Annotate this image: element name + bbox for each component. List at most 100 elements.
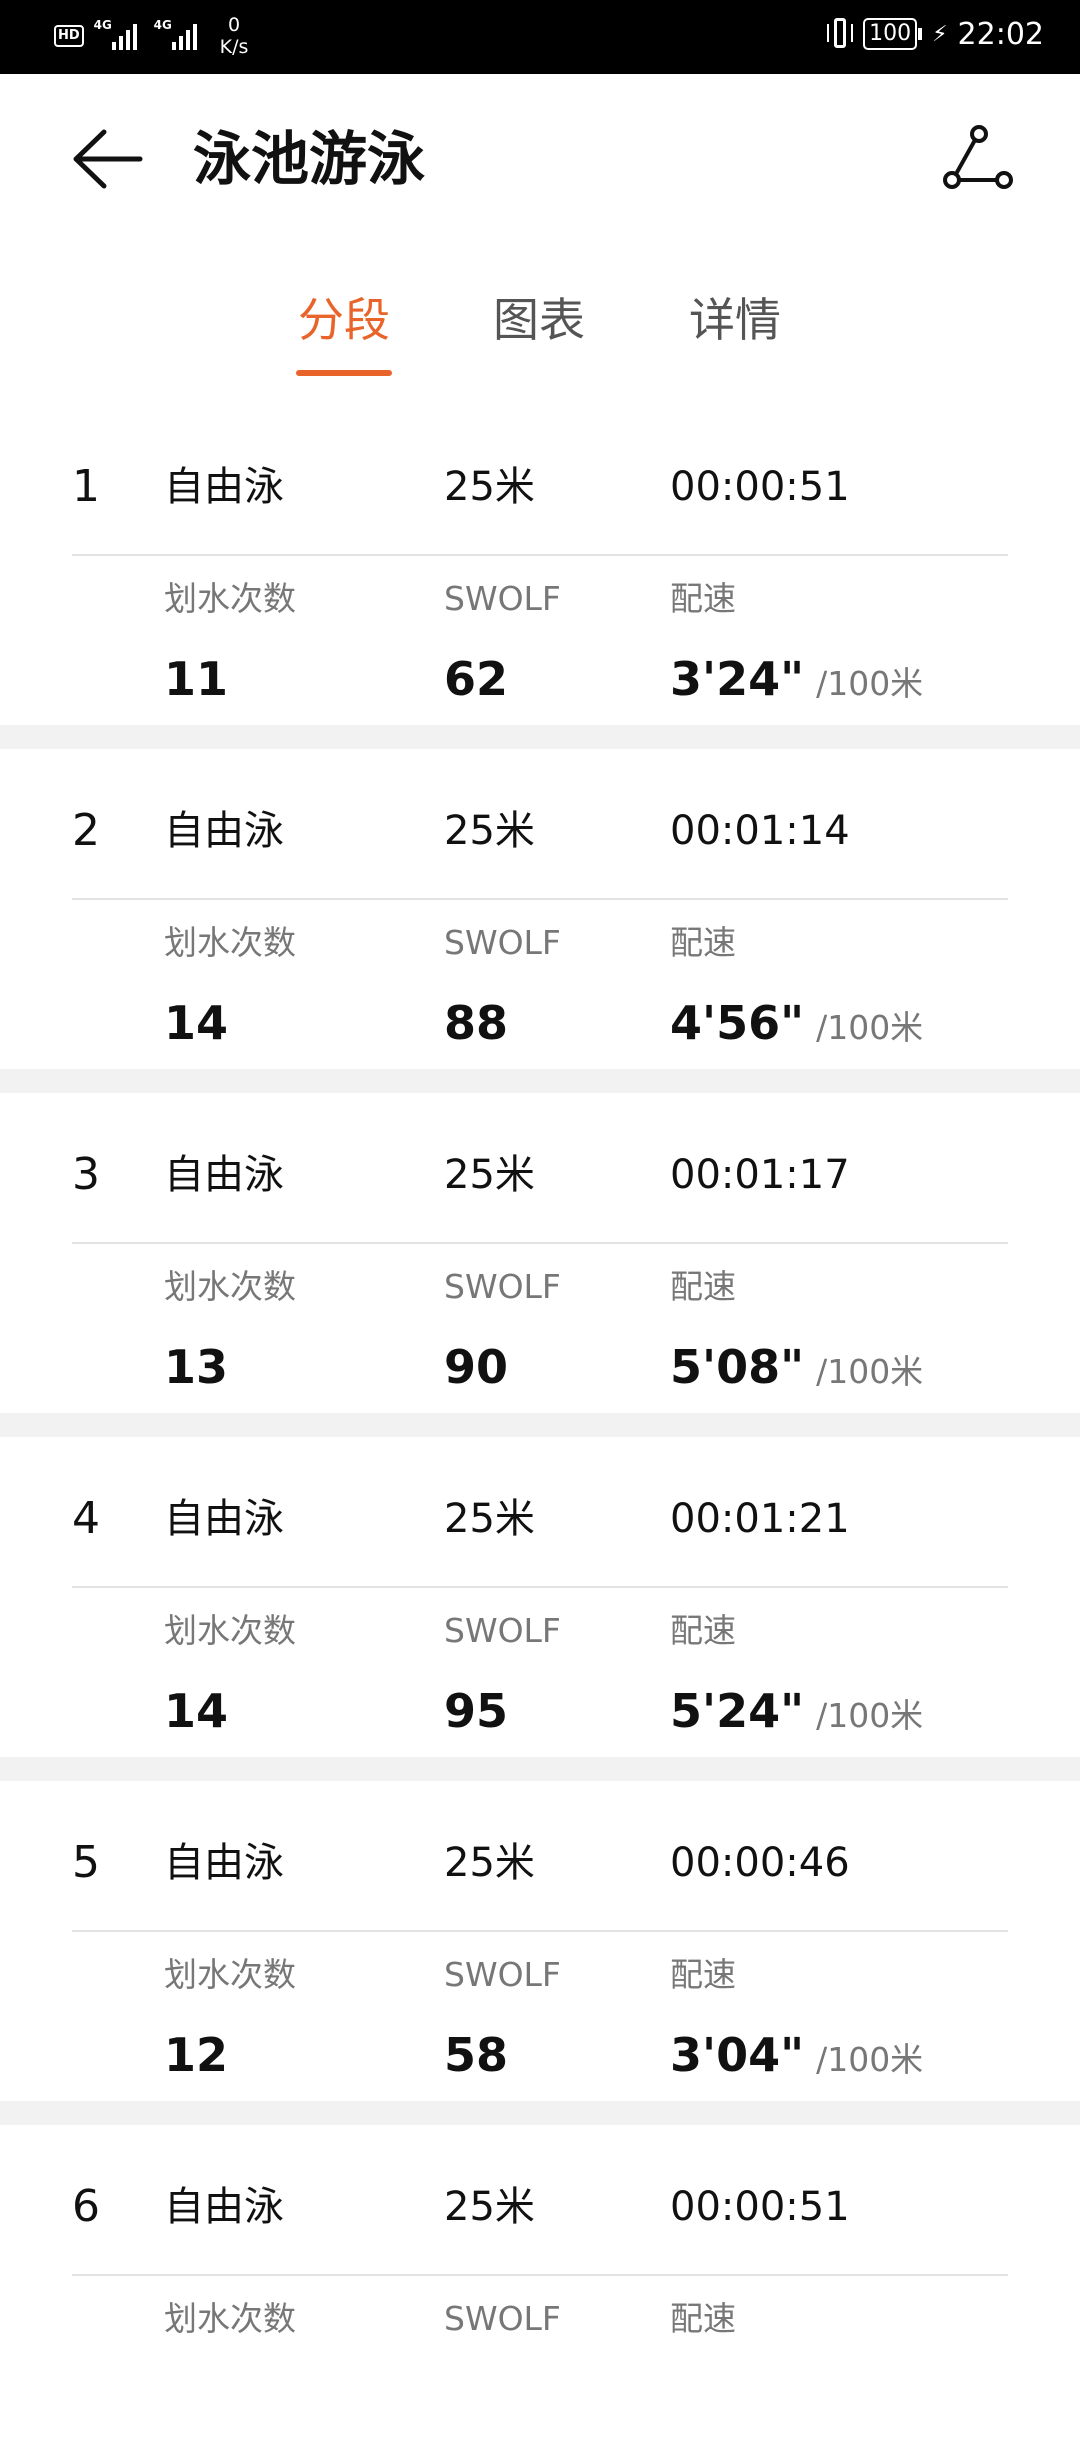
segment-distance: 25米	[444, 1840, 535, 1886]
pace-label: 配速	[670, 579, 736, 618]
segment-distance: 25米	[444, 808, 535, 854]
segment-duration: 00:01:14	[670, 808, 850, 854]
swolf-label: SWOLF	[444, 1955, 561, 1994]
segment-number: 3	[72, 1149, 100, 1200]
swolf-value: 62	[444, 652, 509, 706]
segment-card[interactable]: 5 自由泳 25米 00:00:46 划水次数 SWOLF 配速 12 58 3…	[0, 1781, 1080, 2101]
pace-unit: /100米	[816, 664, 924, 703]
segment-stroke: 自由泳	[164, 1496, 284, 1542]
tab-segments[interactable]: 分段	[298, 290, 390, 350]
segment-card[interactable]: 1 自由泳 25米 00:00:51 划水次数 SWOLF 配速 11 62 3…	[0, 405, 1080, 725]
separator	[0, 1413, 1080, 1437]
hd-voice-icon: HD	[54, 25, 84, 47]
strokes-label: 划水次数	[164, 2299, 296, 2338]
segment-stroke: 自由泳	[164, 2184, 284, 2230]
segment-stroke: 自由泳	[164, 1152, 284, 1198]
pace-unit: /100米	[816, 2040, 924, 2079]
strokes-label: 划水次数	[164, 1267, 296, 1306]
segment-duration: 00:00:51	[670, 464, 850, 510]
divider	[72, 2274, 1008, 2276]
separator	[0, 1069, 1080, 1093]
charging-icon: ⚡	[932, 21, 948, 47]
pace-unit: /100米	[816, 1352, 924, 1391]
pace-value: 5'24"/100米	[670, 1684, 924, 1738]
route-icon	[943, 125, 1013, 189]
pace-label: 配速	[670, 923, 736, 962]
pace-unit: /100米	[816, 1008, 924, 1047]
swolf-value: 58	[444, 2028, 509, 2082]
strokes-label: 划水次数	[164, 923, 296, 962]
pace-label: 配速	[670, 2299, 736, 2338]
pace-value: 3'04"/100米	[670, 2028, 924, 2082]
swolf-value: 88	[444, 996, 509, 1050]
segment-distance: 25米	[444, 2184, 535, 2230]
segment-stroke: 自由泳	[164, 808, 284, 854]
strokes-value: 14	[164, 1684, 229, 1738]
segment-stroke: 自由泳	[164, 1840, 284, 1886]
strokes-label: 划水次数	[164, 1611, 296, 1650]
divider	[72, 1930, 1008, 1932]
battery-icon: 100	[863, 18, 923, 50]
pace-value: 3'24"/100米	[670, 652, 924, 706]
app-header: 泳池游泳	[0, 74, 1080, 250]
separator	[0, 1757, 1080, 1781]
divider	[72, 1586, 1008, 1588]
network-speed: 0 K/s	[219, 14, 249, 58]
segment-card[interactable]: 2 自由泳 25米 00:01:14 划水次数 SWOLF 配速 14 88 4…	[0, 749, 1080, 1069]
segment-card[interactable]: 3 自由泳 25米 00:01:17 划水次数 SWOLF 配速 13 90 5…	[0, 1093, 1080, 1413]
swolf-label: SWOLF	[444, 923, 561, 962]
swolf-label: SWOLF	[444, 579, 561, 618]
segment-number: 6	[72, 2181, 100, 2232]
swolf-label: SWOLF	[444, 2299, 561, 2338]
divider	[72, 1242, 1008, 1244]
signal-icon: 4G	[94, 16, 144, 56]
strokes-value: 11	[164, 652, 229, 706]
swolf-value: 90	[444, 1340, 509, 1394]
active-tab-indicator	[296, 370, 392, 376]
segment-list: 1 自由泳 25米 00:00:51 划水次数 SWOLF 配速 11 62 3…	[0, 405, 1080, 2445]
segment-number: 1	[72, 461, 100, 512]
signal-icon-2: 4G	[154, 16, 204, 56]
battery-level: 100	[863, 18, 918, 50]
back-arrow-icon	[73, 129, 143, 189]
segment-distance: 25米	[444, 1152, 535, 1198]
swolf-value: 95	[444, 1684, 509, 1738]
pace-label: 配速	[670, 1955, 736, 1994]
divider	[72, 898, 1008, 900]
pace-unit: /100米	[816, 1696, 924, 1735]
pace-value: 4'56"/100米	[670, 996, 924, 1050]
swolf-label: SWOLF	[444, 1611, 561, 1650]
pace-label: 配速	[670, 1267, 736, 1306]
segment-duration: 00:01:17	[670, 1152, 850, 1198]
vibrate-icon	[827, 16, 854, 52]
status-bar: HD 4G 4G 0 K/s 100 ⚡ 22:02	[0, 0, 1080, 74]
segment-number: 4	[72, 1493, 100, 1544]
strokes-label: 划水次数	[164, 579, 296, 618]
back-button[interactable]	[70, 126, 144, 192]
separator	[0, 2101, 1080, 2125]
segment-card[interactable]: 6 自由泳 25米 00:00:51 划水次数 SWOLF 配速	[0, 2125, 1080, 2445]
segment-distance: 25米	[444, 464, 535, 510]
segment-duration: 00:00:51	[670, 2184, 850, 2230]
segment-duration: 00:00:46	[670, 1840, 850, 1886]
tab-chart[interactable]: 图表	[493, 290, 585, 350]
strokes-value: 12	[164, 2028, 229, 2082]
segment-duration: 00:01:21	[670, 1496, 850, 1542]
segment-stroke: 自由泳	[164, 464, 284, 510]
strokes-value: 14	[164, 996, 229, 1050]
clock: 22:02	[957, 16, 1044, 52]
segment-distance: 25米	[444, 1496, 535, 1542]
segment-number: 2	[72, 805, 100, 856]
pace-value: 5'08"/100米	[670, 1340, 924, 1394]
strokes-label: 划水次数	[164, 1955, 296, 1994]
segment-number: 5	[72, 1837, 100, 1888]
divider	[72, 554, 1008, 556]
strokes-value: 13	[164, 1340, 229, 1394]
swolf-label: SWOLF	[444, 1267, 561, 1306]
page-title: 泳池游泳	[193, 125, 426, 193]
separator	[0, 725, 1080, 749]
route-button[interactable]	[942, 124, 1014, 194]
tab-details[interactable]: 详情	[689, 290, 781, 350]
pace-label: 配速	[670, 1611, 736, 1650]
segment-card[interactable]: 4 自由泳 25米 00:01:21 划水次数 SWOLF 配速 14 95 5…	[0, 1437, 1080, 1757]
